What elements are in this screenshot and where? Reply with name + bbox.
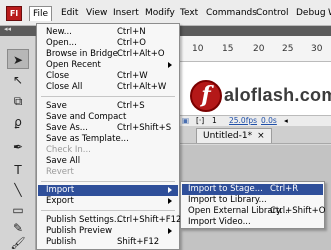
current-frame: 1 [212, 116, 217, 125]
file-menu-dropdown: New... Ctrl+N Open... Ctrl+O Browse in Bri… [36, 23, 181, 250]
watermark-text: aloflash.com [224, 85, 331, 105]
frame-indicator-icon: [·] [196, 116, 205, 125]
menu-item-revert: Revert [46, 167, 74, 177]
import-submenu: Import to Stage... Ctrl+R Import to Libra… [180, 181, 325, 229]
menu-control[interactable]: Control [253, 6, 292, 21]
text-tool-icon[interactable]: T [7, 160, 29, 180]
menu-commands[interactable]: Commands [203, 6, 260, 21]
submenu-arrow-icon [168, 228, 172, 234]
menu-item-publish-settings[interactable]: Publish Settings... Ctrl+Shift+F12 [38, 215, 181, 226]
menu-item-save[interactable]: Save Ctrl+S [38, 101, 178, 112]
document-tab[interactable]: Untitled-1* × [196, 128, 272, 143]
menu-item-save-and-compact[interactable]: Save and Compact [38, 112, 178, 123]
flash-app-icon: Fl [6, 6, 22, 21]
submenu-arrow-icon [168, 198, 172, 204]
menu-item-close-all[interactable]: Close All Ctrl+Alt+W [38, 82, 178, 93]
subselection-tool-icon[interactable]: ↖ [7, 70, 29, 90]
rectangle-tool-icon[interactable]: ▭ [7, 200, 29, 220]
submenu-arrow-icon [168, 187, 172, 193]
submenu-item-import-video[interactable]: Import Video... [182, 217, 323, 228]
menu-item-new[interactable]: New... Ctrl+N [38, 27, 178, 38]
watermark-logo: f aloflash.com [190, 78, 331, 118]
menu-view[interactable]: View [83, 6, 110, 21]
brush-tool-icon[interactable]: 🖌 [7, 233, 29, 250]
document-tab-title: Untitled-1* [203, 131, 253, 141]
menu-edit[interactable]: Edit [58, 6, 81, 21]
menu-item-check-in: Check In... [46, 145, 91, 155]
menu-item-save-as[interactable]: Save As... Ctrl+Shift+S [38, 123, 178, 134]
tools-panel-header: ◂◂ [0, 25, 36, 36]
watermark-flash-icon: f [190, 80, 222, 112]
document-tab-bar: Untitled-1* × [178, 126, 331, 144]
menu-text[interactable]: Text [177, 6, 201, 21]
menu-separator [41, 96, 175, 97]
menu-item-import[interactable]: Import [38, 185, 178, 196]
menu-file[interactable]: File [29, 6, 53, 21]
ruler-number: 10 [192, 44, 204, 54]
submenu-item-import-to-library[interactable]: Import to Library... [182, 195, 323, 206]
close-icon[interactable]: × [257, 131, 265, 141]
ruler-number: 25 [282, 44, 294, 54]
line-tool-icon[interactable]: ╲ [7, 180, 29, 200]
menu-item-publish-preview[interactable]: Publish Preview [38, 226, 178, 237]
scroll-left-icon[interactable]: ◂ [284, 116, 288, 126]
menu-insert[interactable]: Insert [110, 6, 142, 21]
frame-rate[interactable]: 25.0fps [229, 116, 257, 126]
menu-item-export[interactable]: Export [38, 196, 178, 207]
onion-skin-icon[interactable]: ▣ [182, 116, 189, 126]
submenu-item-open-external-library[interactable]: Open External Library... Ctrl+Shift+O [182, 206, 325, 217]
ruler-number: 20 [253, 44, 265, 54]
menu-debug[interactable]: Debug [293, 6, 329, 21]
menu-item-open[interactable]: Open... Ctrl+O [38, 38, 178, 49]
menu-separator [41, 181, 175, 182]
timeline-status-bar: ▣ [·] 1 25.0fps 0.0s ◂ [178, 115, 331, 126]
selection-tool-icon[interactable]: ➤ [7, 49, 29, 69]
menu-item-save-as-template[interactable]: Save as Template... [38, 134, 178, 145]
menu-item-publish[interactable]: Publish Shift+F12 [38, 237, 178, 248]
submenu-item-import-to-stage[interactable]: Import to Stage... Ctrl+R [182, 184, 323, 195]
menu-separator [41, 210, 175, 211]
ruler-number: 15 [222, 44, 234, 54]
free-transform-tool-icon[interactable]: ⧉ [7, 91, 29, 111]
menu-modify[interactable]: Modify [142, 6, 178, 21]
submenu-arrow-icon [168, 62, 172, 68]
menu-item-browse-in-bridge[interactable]: Browse in Bridge Ctrl+Alt+O [38, 49, 178, 60]
menu-item-close[interactable]: Close Ctrl+W [38, 71, 178, 82]
timeline-ruler[interactable]: 10 15 20 25 30 [178, 36, 331, 62]
ruler-number: 30 [311, 44, 323, 54]
menu-item-open-recent[interactable]: Open Recent [38, 60, 178, 71]
elapsed-time[interactable]: 0.0s [261, 116, 277, 126]
menu-window[interactable]: W [325, 6, 331, 21]
pen-tool-icon[interactable]: ✒ [7, 137, 29, 157]
menu-item-save-all[interactable]: Save All [38, 156, 178, 167]
lasso-tool-icon[interactable]: ϼ [7, 112, 29, 132]
